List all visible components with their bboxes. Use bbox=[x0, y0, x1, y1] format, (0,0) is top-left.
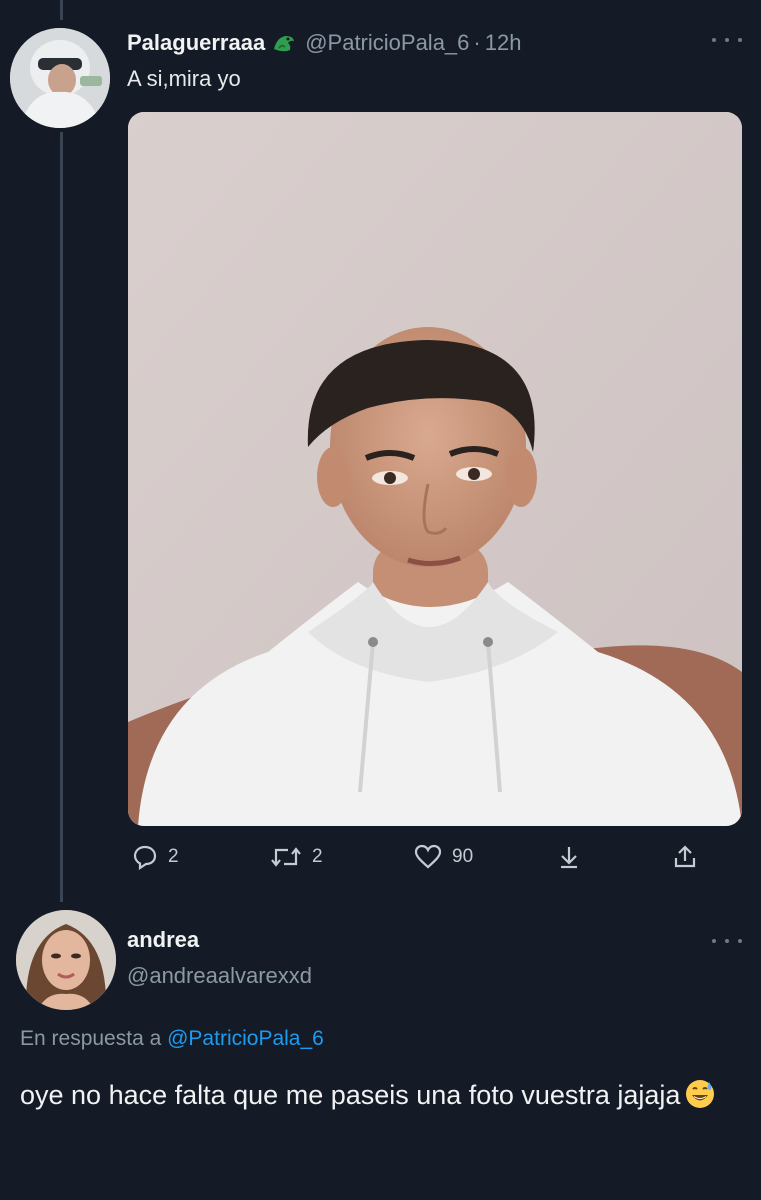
avatar-palaguerraaa[interactable] bbox=[10, 28, 110, 128]
display-name[interactable]: Palaguerraaa bbox=[127, 30, 265, 56]
avatar-andrea[interactable] bbox=[16, 910, 116, 1010]
tweet-actions: 2 2 90 bbox=[128, 840, 718, 874]
thread-line bbox=[60, 132, 63, 902]
reply-icon bbox=[133, 845, 157, 870]
tweet-photo[interactable] bbox=[128, 112, 742, 826]
replying-to-handle-link[interactable]: @PatricioPala_6 bbox=[167, 1027, 324, 1050]
replying-to-prefix: En respuesta a bbox=[20, 1027, 162, 1050]
dragon-emoji-icon bbox=[271, 31, 297, 55]
reply-text: oye no hace falta que me paseis una foto… bbox=[20, 1080, 681, 1110]
retweet-button[interactable]: 2 bbox=[270, 840, 323, 874]
avatar-image bbox=[10, 28, 110, 128]
replying-to: En respuesta a @PatricioPala_6 bbox=[20, 1027, 324, 1051]
thread-line-top bbox=[60, 0, 63, 20]
reply-more-options-icon[interactable] bbox=[712, 936, 742, 946]
like-count: 90 bbox=[452, 846, 474, 867]
reply-text-block: oye no hace falta que me paseis una foto… bbox=[20, 1077, 750, 1114]
grinning-sweat-emoji-icon bbox=[684, 1078, 716, 1110]
download-button[interactable] bbox=[556, 840, 582, 874]
reply-handle[interactable]: @andreaalvarexxd bbox=[127, 963, 312, 989]
tweet-header: Palaguerraaa @PatricioPala_6 · 12h bbox=[127, 28, 521, 58]
retweet-icon bbox=[271, 847, 301, 867]
timestamp[interactable]: 12h bbox=[485, 30, 522, 56]
heart-icon bbox=[414, 844, 442, 869]
reply-display-name[interactable]: andrea bbox=[127, 927, 199, 953]
avatar-image bbox=[16, 910, 116, 1010]
more-options-icon[interactable] bbox=[712, 35, 742, 45]
tweet-text: A si,mira yo bbox=[127, 66, 241, 91]
separator: · bbox=[473, 30, 481, 55]
retweet-count: 2 bbox=[312, 846, 323, 867]
like-button[interactable]: 90 bbox=[414, 840, 473, 874]
download-arrow-icon bbox=[561, 847, 577, 869]
reply-button[interactable]: 2 bbox=[132, 840, 179, 874]
reply-count: 2 bbox=[168, 846, 179, 867]
share-icon bbox=[674, 845, 696, 868]
share-button[interactable] bbox=[672, 840, 698, 874]
handle[interactable]: @PatricioPala_6 bbox=[305, 30, 469, 56]
photo-image bbox=[128, 112, 742, 826]
